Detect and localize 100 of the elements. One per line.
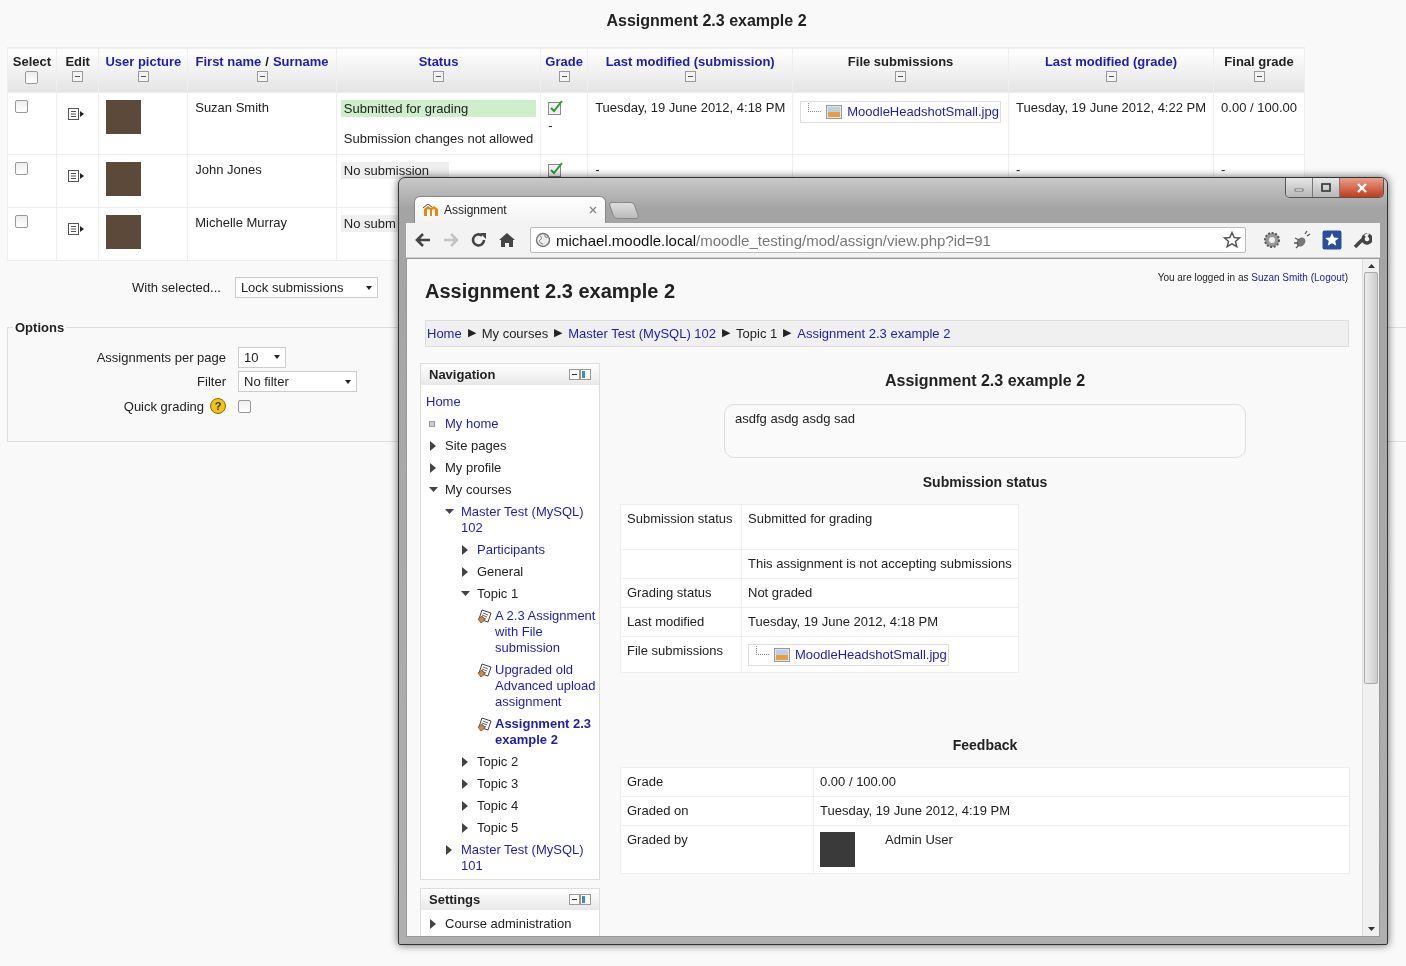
nav-link[interactable]: Assignment 2.3 example 2 xyxy=(495,716,599,748)
tree-toggle-icon[interactable] xyxy=(429,441,438,451)
row-checkbox[interactable] xyxy=(15,100,28,113)
nav-item[interactable]: My courses xyxy=(445,482,599,498)
nav-item[interactable]: General xyxy=(477,564,599,580)
table-cell: - xyxy=(1016,162,1021,177)
bug-icon[interactable] xyxy=(1292,230,1312,250)
column-sort-link[interactable]: First name xyxy=(195,54,262,69)
minimize-button[interactable] xyxy=(1286,178,1313,197)
nav-link[interactable]: Master Test (MySQL) 101 xyxy=(461,842,599,874)
table-cell: - xyxy=(595,162,600,177)
nav-link[interactable]: Home xyxy=(426,394,599,410)
student-name: Michelle Murray xyxy=(195,215,287,230)
tree-toggle-icon[interactable] xyxy=(461,545,470,555)
section-heading: Submission status xyxy=(921,474,1049,490)
grade-icon[interactable] xyxy=(548,100,566,115)
tree-toggle-icon[interactable] xyxy=(445,845,454,855)
tree-toggle-icon[interactable] xyxy=(429,463,438,473)
browser-tab[interactable]: Assignment xyxy=(414,196,606,223)
file-link[interactable]: MoodleHeadshotSmall.jpg xyxy=(800,100,1001,123)
tree-toggle-icon[interactable] xyxy=(445,507,454,517)
collapse-icon[interactable] xyxy=(684,71,696,82)
tree-toggle-icon[interactable] xyxy=(461,801,470,811)
close-tab-icon[interactable] xyxy=(589,206,597,214)
scrollbar[interactable] xyxy=(1362,259,1379,936)
block-controls-icon[interactable] xyxy=(569,368,591,381)
option-select[interactable]: 10 xyxy=(238,346,286,368)
nav-item[interactable]: Site pages xyxy=(445,438,599,454)
star-icon[interactable] xyxy=(1223,231,1241,249)
collapse-icon[interactable] xyxy=(433,71,444,82)
collapse-icon[interactable] xyxy=(558,71,570,82)
edit-menu-icon[interactable] xyxy=(67,170,84,182)
tree-toggle-icon[interactable] xyxy=(461,757,470,767)
row-checkbox[interactable] xyxy=(15,215,28,228)
option-select[interactable]: No filter xyxy=(238,371,357,393)
logo-icon xyxy=(423,203,439,217)
nav-item[interactable]: Topic 3 xyxy=(477,776,599,792)
tree-toggle-icon[interactable] xyxy=(461,567,470,577)
row-label: Submission status xyxy=(627,511,733,526)
nav-item[interactable]: Topic 4 xyxy=(477,798,599,814)
nav-link[interactable]: My home xyxy=(445,416,599,432)
nav-item[interactable]: Topic 5 xyxy=(477,820,599,836)
nav-link[interactable]: Participants xyxy=(477,542,599,558)
breadcrumb-item: My courses xyxy=(481,326,549,341)
nav-item[interactable]: Topic 1 xyxy=(477,586,599,602)
table-cell: Tuesday, 19 June 2012, 4:18 PM xyxy=(595,100,786,115)
wrench-icon[interactable] xyxy=(1352,230,1372,250)
user-link[interactable]: Suzan Smith xyxy=(1251,272,1308,283)
file-link[interactable]: MoodleHeadshotSmall.jpg xyxy=(748,643,949,666)
address-bar[interactable]: michael.moodle.local/moodle_testing/mod/assign/view.php?id=91 xyxy=(530,227,1246,253)
scroll-up-icon[interactable] xyxy=(1367,263,1375,268)
gear-icon[interactable] xyxy=(1262,230,1282,250)
reload-icon[interactable] xyxy=(470,232,488,248)
quick-grading-checkbox[interactable] xyxy=(238,399,251,413)
bulk-action-select[interactable]: Lock submissions xyxy=(234,277,378,298)
nav-item[interactable]: My profile xyxy=(445,460,599,476)
close-icon xyxy=(1355,182,1368,193)
collapse-icon[interactable] xyxy=(1253,71,1265,82)
nav-item[interactable]: Topic 2 xyxy=(477,754,599,770)
edit-menu-icon[interactable] xyxy=(67,223,84,235)
collapse-icon[interactable] xyxy=(895,71,907,82)
assignment-icon xyxy=(477,608,494,624)
collapse-icon[interactable] xyxy=(72,71,84,82)
scroll-down-icon[interactable] xyxy=(1367,927,1375,932)
row-label: Grade xyxy=(627,773,664,789)
collapse-icon[interactable] xyxy=(1105,71,1117,82)
back-icon[interactable] xyxy=(414,232,432,248)
user-link[interactable]: Logout xyxy=(1314,272,1345,283)
column-sort-link[interactable]: Surname xyxy=(272,54,329,69)
grade-icon[interactable] xyxy=(548,162,566,177)
block-controls-icon[interactable] xyxy=(569,893,591,906)
image-file-icon xyxy=(826,103,843,120)
maximize-button[interactable] xyxy=(1313,178,1340,197)
tree-toggle-icon[interactable] xyxy=(429,919,438,929)
close-button[interactable] xyxy=(1340,178,1383,197)
breadcrumb-link[interactable]: Home xyxy=(427,326,462,341)
nav-link[interactable]: Master Test (MySQL) 102 xyxy=(461,504,599,536)
collapse-icon[interactable] xyxy=(256,71,268,82)
breadcrumb-link[interactable]: Assignment 2.3 example 2 xyxy=(797,326,951,341)
page-title: Assignment 2.3 example 2 xyxy=(605,12,808,30)
row-checkbox[interactable] xyxy=(15,162,28,175)
nav-item[interactable]: Course administration xyxy=(445,916,599,932)
breadcrumb-separator: ▶ xyxy=(554,326,563,340)
edit-menu-icon[interactable] xyxy=(67,108,84,120)
tree-toggle-icon[interactable] xyxy=(461,589,470,599)
column-sort-link[interactable]: Status xyxy=(418,54,459,69)
tree-toggle-icon[interactable] xyxy=(461,779,470,789)
breadcrumb-separator: ▶ xyxy=(467,326,476,340)
select-all-checkbox[interactable] xyxy=(25,71,39,84)
login-info: You are logged in as Suzan Smith (Logout) xyxy=(1157,272,1348,285)
nav-link[interactable]: Upgraded old Advanced upload assignment xyxy=(495,662,599,710)
home-icon[interactable] xyxy=(498,232,516,248)
help-button[interactable]: ? xyxy=(210,398,226,415)
breadcrumb-link[interactable]: Master Test (MySQL) 102 xyxy=(568,326,717,341)
tree-toggle-icon[interactable] xyxy=(429,485,438,495)
page-heading: Assignment 2.3 example 2 xyxy=(425,280,676,304)
nav-link[interactable]: A 2.3 Assignment with File submission xyxy=(495,608,599,656)
tree-toggle-icon[interactable] xyxy=(461,823,470,833)
collapse-icon[interactable] xyxy=(137,71,149,82)
submission-status: No submission xyxy=(340,162,450,179)
